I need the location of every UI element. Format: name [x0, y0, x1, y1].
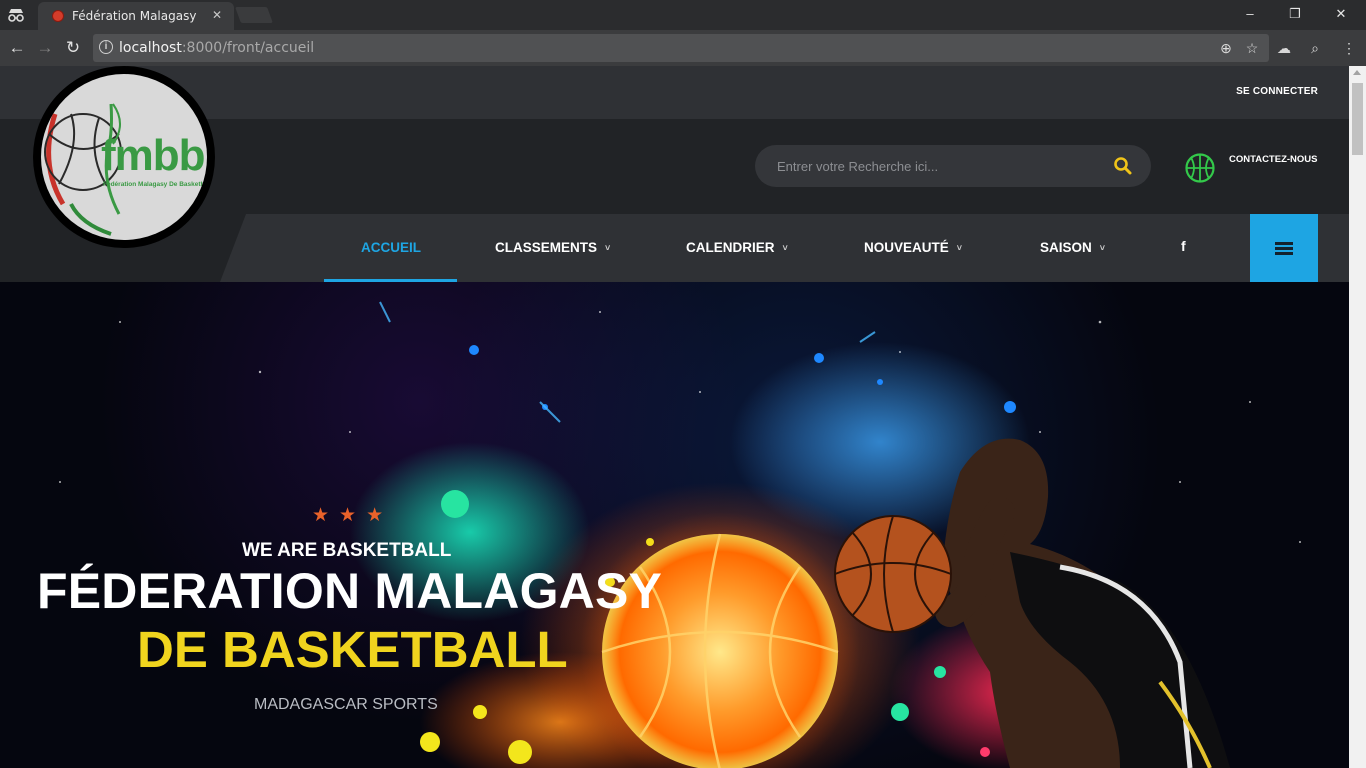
- chevron-down-icon: ˅: [782, 243, 788, 253]
- chevron-down-icon: ˅: [956, 243, 963, 253]
- site-info-icon[interactable]: i: [99, 40, 113, 54]
- search-input[interactable]: [777, 157, 1097, 175]
- scrollbar-thumb[interactable]: [1352, 83, 1363, 155]
- logo-artwork: fmbb Fédération Malagasy De Basketball: [44, 103, 207, 236]
- search-box: [755, 145, 1151, 187]
- login-link[interactable]: SE CONNECTER: [1236, 86, 1318, 97]
- window-close-icon[interactable]: ✕: [1331, 5, 1351, 23]
- minimize-icon[interactable]: –: [1240, 5, 1260, 23]
- chevron-down-icon: ˅: [1099, 243, 1106, 253]
- web-page: SE CONNECTER CONTACTEZ-NOUS ACCUEIL CLAS…: [0, 66, 1349, 768]
- search-icon[interactable]: [1113, 156, 1133, 176]
- url-text[interactable]: localhost:8000/front/accueil: [119, 40, 314, 56]
- restore-icon[interactable]: ❐: [1285, 5, 1305, 23]
- chrome-menu-icon[interactable]: ⋮: [1340, 39, 1358, 57]
- browser-toolbar: ← → ↻ i localhost:8000/front/accueil ⊕ ☆…: [0, 30, 1366, 66]
- svg-text:Fédération Malagasy De Basketb: Fédération Malagasy De Basketball: [103, 181, 207, 188]
- extension-search-icon[interactable]: ⌕: [1306, 39, 1324, 57]
- hero-title-line2: DE BASKETBALL: [137, 621, 568, 678]
- svg-text:fmbb: fmbb: [101, 131, 205, 180]
- bookmark-star-icon[interactable]: ☆: [1243, 39, 1261, 57]
- hamburger-menu-button[interactable]: [1250, 214, 1318, 282]
- hero-artwork: [59, 301, 1301, 768]
- tab-title: Fédération Malagasy de: [72, 9, 200, 23]
- browser-tab[interactable]: Fédération Malagasy de ✕: [38, 2, 234, 30]
- tab-close-icon[interactable]: ✕: [212, 8, 222, 22]
- hero-tagline: WE ARE BASKETBALL: [242, 540, 452, 561]
- new-tab-button[interactable]: [235, 7, 273, 23]
- site-logo[interactable]: fmbb Fédération Malagasy De Basketball: [33, 66, 215, 248]
- forward-icon[interactable]: →: [34, 37, 56, 59]
- extension-icon[interactable]: ☁: [1275, 39, 1293, 57]
- hero-subtitle: MADAGASCAR SPORTS: [254, 696, 438, 713]
- nav-item-calendrier[interactable]: CALENDRIER ˅: [686, 214, 788, 282]
- nav-item-nouveaute[interactable]: NOUVEAUTÉ ˅: [864, 214, 962, 282]
- star-rating-icon: ★★★: [312, 505, 394, 526]
- logo-badge: fmbb Fédération Malagasy De Basketball: [41, 74, 207, 240]
- nav-item-classements[interactable]: CLASSEMENTS ˅: [495, 214, 610, 282]
- basketball-icon: [1185, 153, 1215, 183]
- main-navbar: ACCUEIL CLASSEMENTS ˅ CALENDRIER ˅ NOUVEAU…: [0, 214, 1349, 282]
- browser-tab-strip: Fédération Malagasy de ✕ – ❐ ✕: [0, 0, 1366, 30]
- hero-title-line1: FÉDERATION MALAGASY: [37, 563, 663, 619]
- page-scrollbar[interactable]: [1349, 66, 1366, 768]
- scroll-up-icon[interactable]: [1353, 70, 1361, 75]
- contact-link[interactable]: CONTACTEZ-NOUS: [1229, 154, 1317, 165]
- chevron-down-icon: ˅: [605, 243, 611, 253]
- address-bar[interactable]: i localhost:8000/front/accueil ⊕ ☆: [93, 34, 1269, 62]
- zoom-icon[interactable]: ⊕: [1217, 39, 1235, 57]
- favicon-icon: [52, 10, 64, 22]
- reload-icon[interactable]: ↻: [62, 37, 84, 59]
- hero-banner: ★★★ WE ARE BASKETBALL FÉDERATION MALAGAS…: [0, 282, 1349, 768]
- facebook-icon[interactable]: f: [1181, 238, 1186, 254]
- nav-item-accueil[interactable]: ACCUEIL: [361, 214, 421, 282]
- incognito-icon: [8, 9, 24, 22]
- back-icon[interactable]: ←: [6, 37, 28, 59]
- nav-item-saison[interactable]: SAISON ˅: [1040, 214, 1105, 282]
